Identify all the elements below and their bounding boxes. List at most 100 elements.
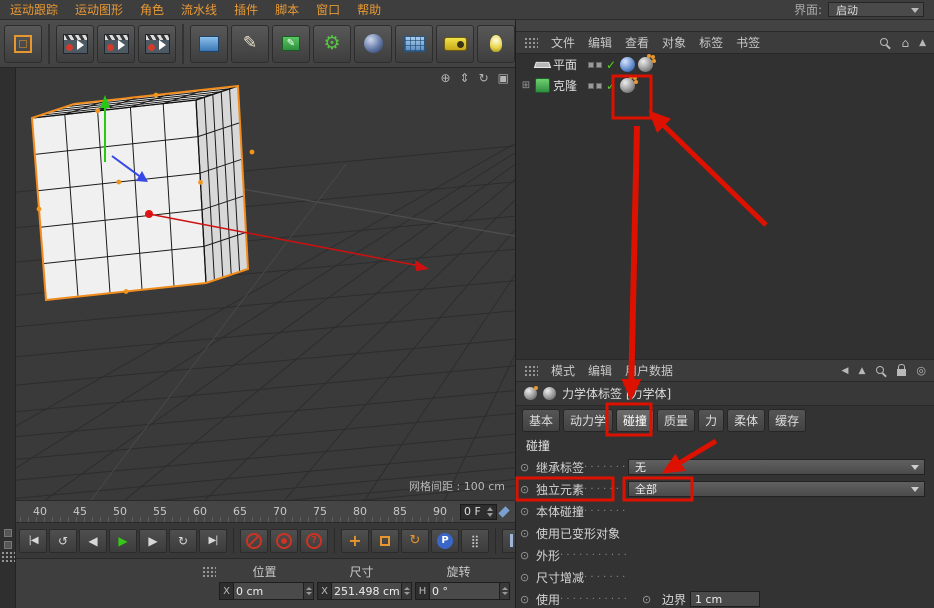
target-icon[interactable]: ◎: [916, 364, 926, 377]
menu-mograph[interactable]: 运动图形: [75, 1, 123, 18]
mograph-button[interactable]: ⚙: [313, 24, 351, 63]
viewport-3d[interactable]: ⊕ ⇕ ↻ ▣ 网格间距 : 100 cm: [16, 68, 515, 500]
interface-select[interactable]: 启动: [828, 2, 924, 17]
keyframe-icon[interactable]: [498, 505, 510, 518]
om-menu-edit[interactable]: 编辑: [588, 34, 612, 51]
anim-dot-icon[interactable]: ⊙: [520, 593, 536, 606]
visibility-toggles[interactable]: [588, 61, 602, 68]
menu-window[interactable]: 窗口: [316, 1, 340, 18]
record-position-button[interactable]: +: [341, 528, 369, 553]
record-parameter-button[interactable]: P: [431, 528, 459, 553]
position-x-field[interactable]: X 0 cm: [219, 582, 314, 600]
position-x-stepper[interactable]: [304, 582, 314, 600]
visibility-toggles[interactable]: [588, 82, 602, 89]
expand-icon[interactable]: ⊞: [520, 80, 532, 91]
timeline-ruler[interactable]: 40 45 50 55 60 65 70 75 80 85 90 0 F: [16, 500, 515, 522]
autokey-help-button[interactable]: ?: [300, 528, 328, 553]
position-x-value[interactable]: 0 cm: [234, 582, 304, 600]
record-rotation-button[interactable]: ↻: [401, 528, 429, 553]
record-off-button[interactable]: [240, 528, 268, 553]
tab-dynamics[interactable]: 动力学: [563, 408, 614, 432]
tab-mass[interactable]: 质量: [657, 408, 696, 432]
anim-dot-icon[interactable]: ⊙: [520, 461, 536, 474]
plane-grid-button[interactable]: [395, 24, 433, 63]
menu-pipeline[interactable]: 流水线: [181, 1, 217, 18]
collision-section-header[interactable]: 碰撞: [516, 434, 934, 456]
record-keyframe-button[interactable]: [270, 528, 298, 553]
om-menu-file[interactable]: 文件: [551, 34, 575, 51]
home-icon[interactable]: ⌂: [901, 36, 909, 50]
am-menu-mode[interactable]: 模式: [551, 362, 575, 379]
clip-3-button[interactable]: [138, 24, 176, 63]
menu-script[interactable]: 脚本: [275, 1, 299, 18]
search-icon[interactable]: [879, 37, 891, 49]
forward-arrow-icon[interactable]: ▲: [858, 366, 865, 376]
strip-icon[interactable]: [3, 529, 12, 537]
cube-primitive-button[interactable]: [190, 24, 228, 63]
next-key-button[interactable]: ↻: [169, 528, 197, 553]
object-manager[interactable]: 平面 ✓ ⊞ 克隆 ✓: [516, 54, 934, 360]
menu-motion-tracking[interactable]: 运动跟踪: [10, 1, 58, 18]
up-arrow-icon[interactable]: ▲: [919, 38, 926, 48]
pen-spline-button[interactable]: ✎: [231, 24, 269, 63]
tab-basic[interactable]: 基本: [522, 408, 561, 432]
rotation-h-stepper[interactable]: [500, 582, 510, 600]
dynamics-body-tag-icon[interactable]: [620, 76, 637, 93]
anim-dot-icon[interactable]: ⊙: [642, 593, 658, 606]
anim-dot-icon[interactable]: ⊙: [520, 483, 536, 496]
back-arrow-icon[interactable]: ◀: [842, 366, 849, 376]
om-menu-bookmarks[interactable]: 书签: [736, 34, 760, 51]
panel-grip-icon[interactable]: [524, 365, 538, 376]
margin-field[interactable]: 1 cm: [690, 591, 761, 607]
size-x-field[interactable]: X 251.498 cm: [317, 582, 412, 600]
strip-icon[interactable]: [3, 541, 12, 549]
panel-grip-icon[interactable]: [524, 37, 538, 48]
lock-icon[interactable]: [897, 364, 907, 376]
am-menu-edit[interactable]: 编辑: [588, 362, 612, 379]
nav-cube-button[interactable]: [4, 24, 42, 63]
zoom-icon[interactable]: ⇕: [460, 72, 470, 84]
frame-stepper[interactable]: [486, 506, 493, 517]
strip-grip-icon[interactable]: [0, 551, 15, 562]
maximize-icon[interactable]: ▣: [498, 72, 509, 84]
clip-2-button[interactable]: [97, 24, 135, 63]
pan-icon[interactable]: ⊕: [440, 72, 450, 84]
coords-grip-icon[interactable]: [202, 565, 216, 577]
rotation-h-value[interactable]: 0 °: [430, 582, 500, 600]
om-menu-objects[interactable]: 对象: [662, 34, 686, 51]
play-button[interactable]: ▶: [109, 528, 137, 553]
object-row-cloner[interactable]: ⊞ 克隆 ✓: [516, 75, 934, 96]
object-name[interactable]: 克隆: [553, 77, 585, 94]
record-scale-button[interactable]: [371, 528, 399, 553]
next-frame-button[interactable]: ▶: [139, 528, 167, 553]
previous-frame-button[interactable]: ◀: [79, 528, 107, 553]
menu-character[interactable]: 角色: [140, 1, 164, 18]
enabled-check-icon[interactable]: ✓: [605, 58, 617, 72]
anim-dot-icon[interactable]: ⊙: [520, 571, 536, 584]
enabled-check-icon[interactable]: ✓: [605, 79, 617, 93]
go-to-start-button[interactable]: |◀: [19, 528, 47, 553]
menu-help[interactable]: 帮助: [357, 1, 381, 18]
record-pla-button[interactable]: ⣿: [461, 528, 489, 553]
om-menu-view[interactable]: 查看: [625, 34, 649, 51]
tab-force[interactable]: 力: [698, 408, 725, 432]
tab-cache[interactable]: 缓存: [768, 408, 807, 432]
anim-dot-icon[interactable]: ⊙: [520, 549, 536, 562]
anim-dot-icon[interactable]: ⊙: [520, 505, 536, 518]
inherit-tag-dropdown[interactable]: 无: [628, 459, 925, 475]
render-camera-button[interactable]: [436, 24, 474, 63]
individual-elements-dropdown[interactable]: 全部: [628, 481, 925, 497]
object-row-plane[interactable]: 平面 ✓: [516, 54, 934, 75]
object-name[interactable]: 平面: [553, 56, 585, 73]
go-to-end-button[interactable]: ▶|: [199, 528, 227, 553]
orbit-icon[interactable]: ↻: [479, 72, 489, 84]
dynamics-body-tag-icon[interactable]: [638, 55, 655, 72]
tab-softbody[interactable]: 柔体: [727, 408, 766, 432]
clip-1-button[interactable]: [56, 24, 94, 63]
metaball-button[interactable]: [354, 24, 392, 63]
size-x-value[interactable]: 251.498 cm: [332, 582, 402, 600]
menu-plugins[interactable]: 插件: [234, 1, 258, 18]
edit-mesh-button[interactable]: ✎: [272, 24, 310, 63]
current-frame-field[interactable]: 0 F: [460, 503, 497, 520]
am-menu-userdata[interactable]: 用户数据: [625, 362, 673, 379]
